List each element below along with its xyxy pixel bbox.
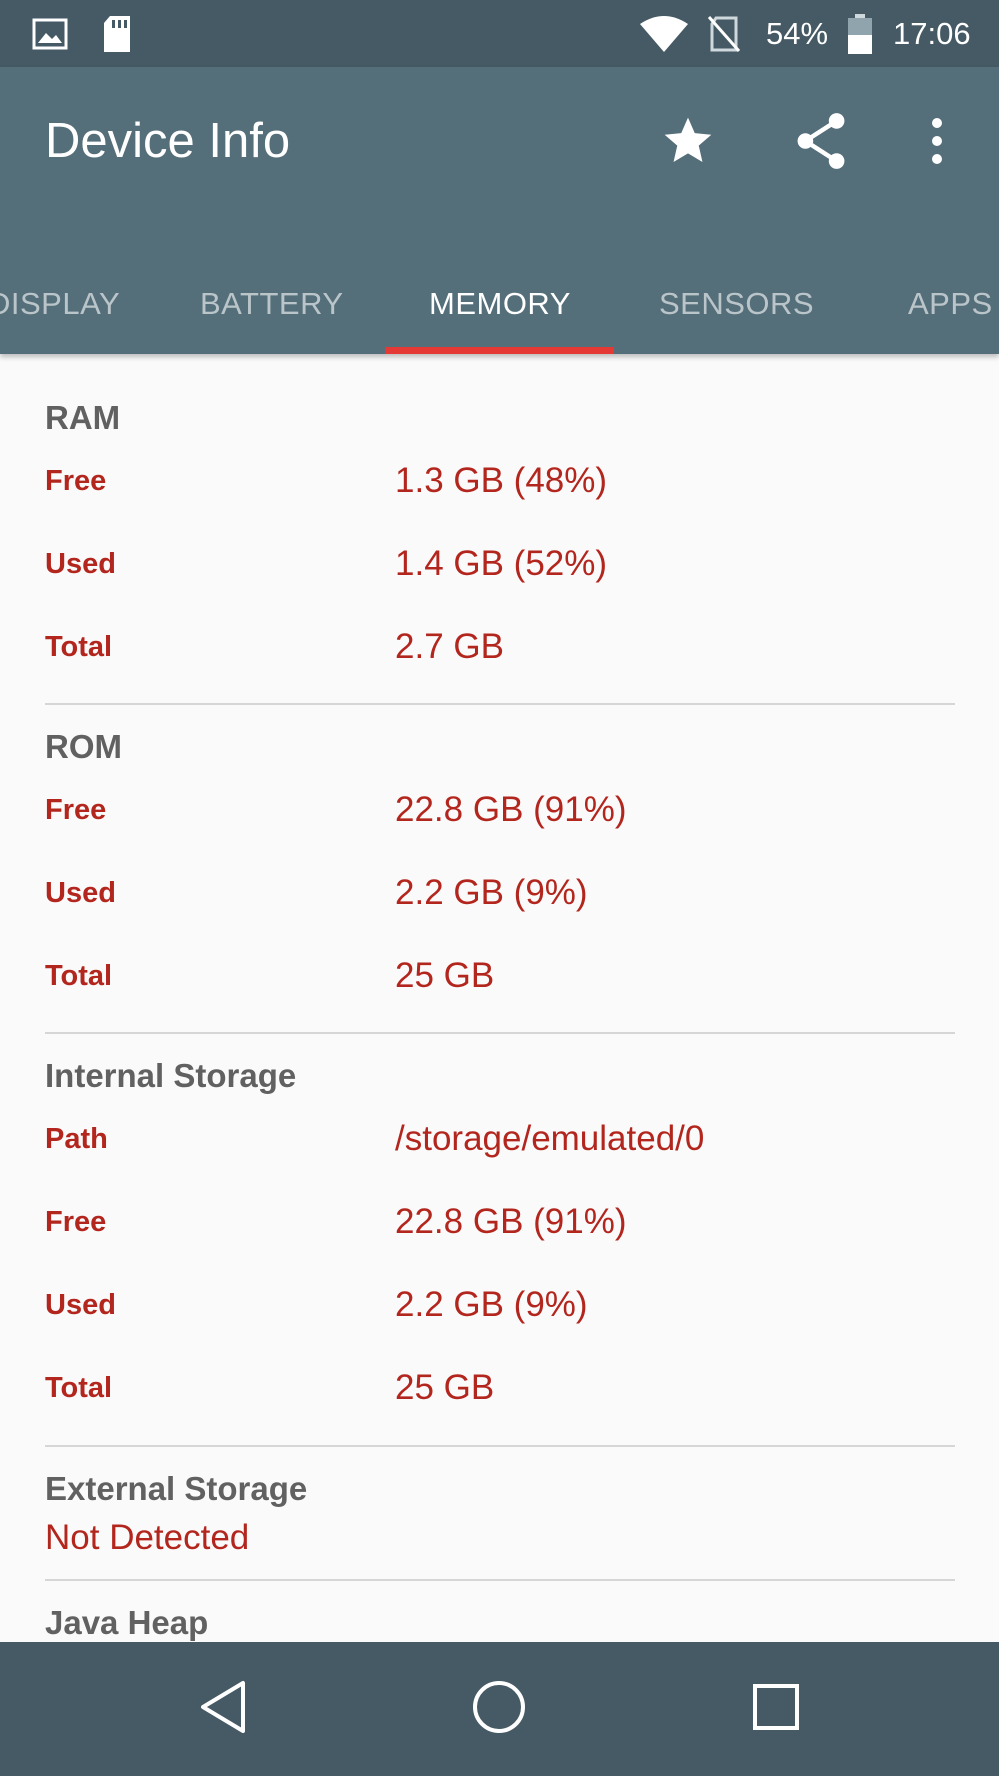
row-label: Used [45, 1289, 116, 1321]
back-button[interactable] [183, 1669, 263, 1749]
row-value: 25 GB [395, 1368, 495, 1407]
more-options-button[interactable] [897, 103, 977, 183]
divider [45, 703, 955, 705]
app-bar: Device Info DISPLAY BATTERY MEMORY SENSO… [0, 67, 999, 354]
back-icon [197, 1679, 249, 1740]
section-title: ROM [45, 728, 122, 765]
battery-percent: 54% [766, 15, 829, 51]
sd-card-icon [100, 0, 134, 67]
divider [45, 1445, 955, 1447]
memory-content[interactable]: RAM Free 1.3 GB (48%) Used 1.4 GB (52%) … [0, 354, 999, 1642]
image-icon [32, 0, 68, 67]
clock: 17:06 [893, 15, 971, 51]
navigation-bar [0, 1642, 999, 1776]
recents-button[interactable] [736, 1669, 816, 1749]
row-label: Free [45, 465, 107, 497]
home-button[interactable] [459, 1669, 539, 1749]
tab-memory[interactable]: MEMORY [429, 253, 571, 354]
row-label: Total [45, 1372, 113, 1404]
status-bar: 54% 17:06 [0, 0, 999, 67]
tab-sensors[interactable]: SENSORS [659, 253, 814, 354]
row-value: 25 GB [395, 956, 495, 995]
divider [45, 1579, 955, 1581]
external-storage-status: Not Detected [45, 1518, 250, 1557]
row-value: 1.4 GB (52%) [395, 544, 608, 583]
row-value: /storage/emulated/0 [395, 1119, 705, 1158]
row-value: 2.2 GB (9%) [395, 1285, 588, 1324]
share-button[interactable] [781, 103, 861, 183]
section-title: External Storage [45, 1470, 308, 1507]
row-label: Free [45, 1206, 107, 1238]
share-icon [794, 112, 848, 175]
tab-indicator [385, 347, 614, 354]
recents-icon [751, 1682, 801, 1737]
row-label: Used [45, 877, 116, 909]
star-icon [659, 113, 717, 174]
section-title: RAM [45, 399, 121, 436]
row-label: Path [45, 1123, 108, 1155]
tab-bar: DISPLAY BATTERY MEMORY SENSORS APPS [0, 253, 999, 354]
no-sim-icon [706, 0, 742, 67]
row-value: 22.8 GB (91%) [395, 790, 627, 829]
wifi-icon [638, 0, 690, 67]
divider [45, 1032, 955, 1034]
tab-battery[interactable]: BATTERY [200, 253, 344, 354]
favorite-button[interactable] [648, 103, 728, 183]
more-vert-icon [929, 117, 945, 170]
row-value: 2.7 GB [395, 627, 504, 666]
app-title: Device Info [45, 114, 291, 168]
row-value: 22.8 GB (91%) [395, 1202, 627, 1241]
section-title: Internal Storage [45, 1057, 297, 1094]
home-icon [471, 1679, 527, 1740]
tab-display[interactable]: DISPLAY [0, 253, 120, 354]
row-label: Free [45, 794, 107, 826]
section-title: Java Heap [45, 1604, 209, 1641]
battery-icon [847, 0, 873, 67]
row-value: 2.2 GB (9%) [395, 873, 588, 912]
row-label: Total [45, 631, 113, 663]
row-value: 1.3 GB (48%) [395, 461, 608, 500]
row-label: Used [45, 548, 116, 580]
tab-apps[interactable]: APPS [908, 253, 993, 354]
row-label: Total [45, 960, 113, 992]
